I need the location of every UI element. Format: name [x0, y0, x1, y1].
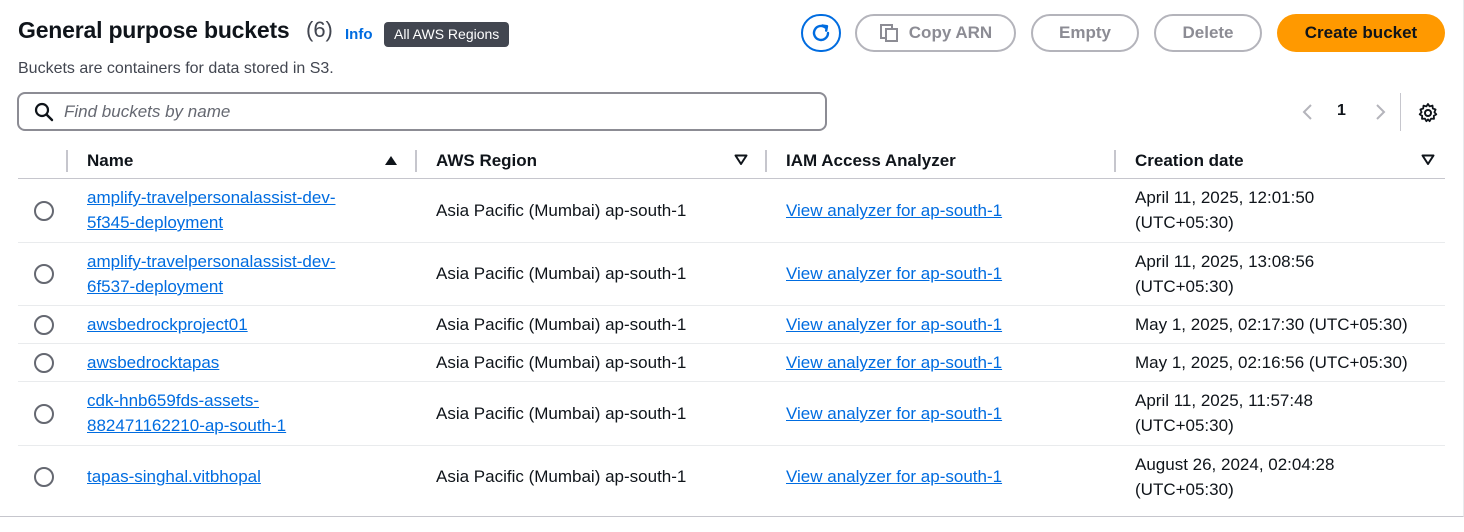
delete-label: Delete [1182, 23, 1234, 42]
view-analyzer-link[interactable]: View analyzer for ap-south-1 [786, 464, 1002, 489]
table-row[interactable]: awsbedrockproject01 Asia Pacific (Mumbai… [18, 306, 1445, 344]
view-analyzer-link[interactable]: View analyzer for ap-south-1 [786, 261, 1002, 286]
row-select-radio[interactable] [34, 201, 54, 221]
create-bucket-button[interactable]: Create bucket [1277, 14, 1445, 52]
sort-descending-icon[interactable] [1421, 154, 1435, 166]
search-icon [34, 102, 54, 121]
region-badge: All AWS Regions [384, 22, 510, 47]
empty-label: Empty [1059, 23, 1111, 42]
view-analyzer-link[interactable]: View analyzer for ap-south-1 [786, 312, 1002, 337]
copy-arn-button[interactable]: Copy ARN [855, 14, 1016, 52]
table-row[interactable]: tapas-singhal.vitbhopal Asia Pacific (Mu… [18, 446, 1445, 508]
current-page-number[interactable]: 1 [1337, 102, 1346, 120]
creation-date-cell: April 11, 2025, 11:57:48 (UTC+05:30) [1135, 391, 1314, 435]
row-select-radio[interactable] [34, 467, 54, 487]
column-header-name[interactable]: Name [87, 151, 133, 171]
page-title: General purpose buckets [18, 17, 290, 43]
table-row[interactable]: amplify-travelpersonalassist-dev- 5f345-… [18, 179, 1445, 243]
page-description: Buckets are containers for data stored i… [18, 60, 334, 77]
refresh-icon [812, 24, 830, 42]
bucket-name-link[interactable]: awsbedrocktapas [87, 350, 387, 375]
row-select-radio[interactable] [34, 264, 54, 284]
column-divider[interactable] [765, 150, 767, 172]
buckets-panel: General purpose buckets (6) Info All AWS… [0, 0, 1464, 517]
chevron-left-icon[interactable] [1298, 102, 1318, 122]
search-input[interactable] [64, 101, 764, 122]
table-row[interactable]: cdk-hnb659fds-assets- 882471162210-ap-so… [18, 382, 1445, 446]
column-header-iam[interactable]: IAM Access Analyzer [786, 151, 956, 171]
creation-date-cell: August 26, 2024, 02:04:28 (UTC+05:30) [1135, 455, 1335, 499]
copy-arn-label: Copy ARN [908, 23, 993, 42]
creation-date-cell: April 11, 2025, 13:08:56 (UTC+05:30) [1135, 252, 1315, 296]
creation-date-cell: April 11, 2025, 12:01:50 (UTC+05:30) [1135, 188, 1315, 232]
region-cell: Asia Pacific (Mumbai) ap-south-1 [436, 315, 687, 334]
bucket-name-link[interactable]: amplify-travelpersonalassist-dev- 5f345-… [87, 185, 387, 235]
empty-button[interactable]: Empty [1031, 14, 1139, 52]
column-divider[interactable] [1114, 150, 1116, 172]
view-analyzer-link[interactable]: View analyzer for ap-south-1 [786, 198, 1002, 223]
bucket-name-link[interactable]: awsbedrockproject01 [87, 312, 387, 337]
bucket-count: (6) [306, 17, 333, 42]
gear-icon[interactable] [1417, 102, 1439, 124]
table-row[interactable]: awsbedrocktapas Asia Pacific (Mumbai) ap… [18, 344, 1445, 382]
delete-button[interactable]: Delete [1154, 14, 1262, 52]
view-analyzer-link[interactable]: View analyzer for ap-south-1 [786, 401, 1002, 426]
create-bucket-label: Create bucket [1304, 23, 1418, 42]
column-header-region[interactable]: AWS Region [436, 151, 537, 171]
copy-icon [879, 24, 898, 42]
pager-divider [1400, 93, 1401, 131]
column-header-creation-date[interactable]: Creation date [1135, 151, 1244, 171]
sort-descending-icon[interactable] [734, 154, 748, 166]
row-select-radio[interactable] [34, 404, 54, 424]
row-select-radio[interactable] [34, 353, 54, 373]
region-cell: Asia Pacific (Mumbai) ap-south-1 [436, 467, 687, 486]
info-link[interactable]: Info [345, 26, 373, 43]
sort-ascending-icon[interactable] [384, 154, 398, 166]
column-divider[interactable] [415, 150, 417, 172]
creation-date-cell: May 1, 2025, 02:17:30 (UTC+05:30) [1135, 315, 1408, 334]
row-select-radio[interactable] [34, 315, 54, 335]
search-box [17, 92, 827, 131]
column-divider [66, 150, 68, 172]
table-header: Name AWS Region IAM Access Analyzer Crea… [18, 146, 1445, 179]
view-analyzer-link[interactable]: View analyzer for ap-south-1 [786, 350, 1002, 375]
region-cell: Asia Pacific (Mumbai) ap-south-1 [436, 264, 687, 283]
chevron-right-icon[interactable] [1370, 102, 1390, 122]
bucket-name-link[interactable]: tapas-singhal.vitbhopal [87, 464, 387, 489]
bucket-name-link[interactable]: cdk-hnb659fds-assets- 882471162210-ap-so… [87, 388, 387, 438]
creation-date-cell: May 1, 2025, 02:16:56 (UTC+05:30) [1135, 353, 1408, 372]
region-cell: Asia Pacific (Mumbai) ap-south-1 [436, 201, 687, 220]
bucket-name-link[interactable]: amplify-travelpersonalassist-dev- 6f537-… [87, 249, 387, 299]
region-cell: Asia Pacific (Mumbai) ap-south-1 [436, 353, 687, 372]
refresh-button[interactable] [801, 14, 841, 52]
region-cell: Asia Pacific (Mumbai) ap-south-1 [436, 404, 687, 423]
table-row[interactable]: amplify-travelpersonalassist-dev- 6f537-… [18, 243, 1445, 306]
